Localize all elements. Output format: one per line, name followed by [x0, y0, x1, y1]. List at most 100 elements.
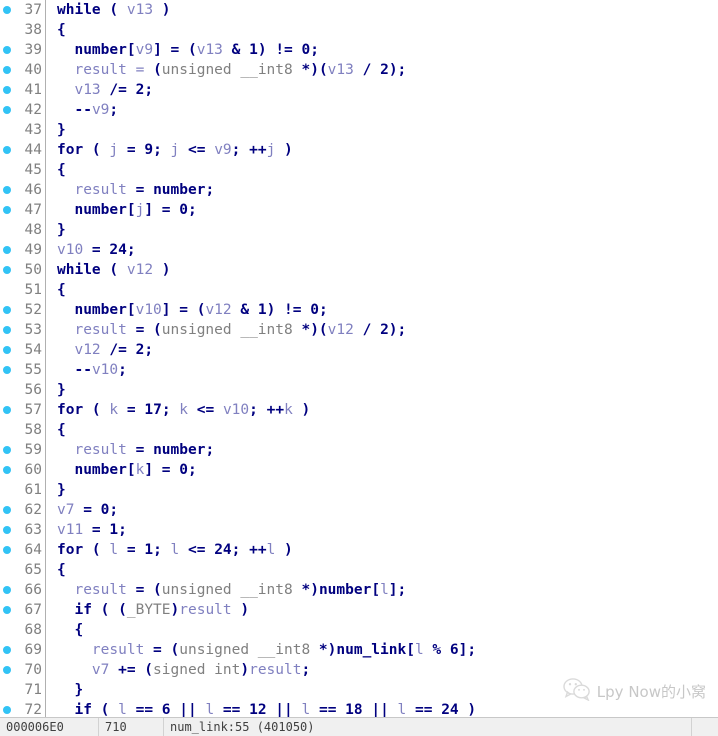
code-line[interactable]: 45 {: [0, 160, 718, 180]
code-line-text[interactable]: if ( (_BYTE)result ): [55, 600, 718, 620]
addressable-line-dot-icon[interactable]: [3, 346, 11, 354]
code-line[interactable]: 37 while ( v13 ): [0, 0, 718, 20]
breakpoint-gutter[interactable]: [0, 360, 16, 380]
breakpoint-gutter[interactable]: [0, 580, 16, 600]
code-line-text[interactable]: number[k] = 0;: [55, 460, 718, 480]
addressable-line-dot-icon[interactable]: [3, 506, 11, 514]
breakpoint-gutter[interactable]: [0, 140, 16, 160]
breakpoint-gutter[interactable]: [0, 200, 16, 220]
code-line[interactable]: 41 v13 /= 2;: [0, 80, 718, 100]
code-line-text[interactable]: while ( v12 ): [55, 260, 718, 280]
code-line-text[interactable]: for ( l = 1; l <= 24; ++l ): [55, 540, 718, 560]
code-line-text[interactable]: number[v9] = (v13 & 1) != 0;: [55, 40, 718, 60]
code-line-text[interactable]: v7 = 0;: [55, 500, 718, 520]
addressable-line-dot-icon[interactable]: [3, 266, 11, 274]
breakpoint-gutter[interactable]: [0, 160, 16, 180]
breakpoint-gutter[interactable]: [0, 340, 16, 360]
code-line[interactable]: 49 v10 = 24;: [0, 240, 718, 260]
code-line[interactable]: 47 number[j] = 0;: [0, 200, 718, 220]
code-line[interactable]: 50 while ( v12 ): [0, 260, 718, 280]
code-line[interactable]: 57 for ( k = 17; k <= v10; ++k ): [0, 400, 718, 420]
pseudocode-code-area[interactable]: 37 while ( v13 ) 38{39 number[v9] = (v13 &…: [0, 0, 718, 717]
addressable-line-dot-icon[interactable]: [3, 206, 11, 214]
code-line[interactable]: 66 result = (unsigned __int8 *)number[l]…: [0, 580, 718, 600]
code-line[interactable]: 59 result = number;: [0, 440, 718, 460]
breakpoint-gutter[interactable]: [0, 460, 16, 480]
addressable-line-dot-icon[interactable]: [3, 446, 11, 454]
code-line[interactable]: 71 }: [0, 680, 718, 700]
code-line[interactable]: 65 {: [0, 560, 718, 580]
code-line[interactable]: 38 {: [0, 20, 718, 40]
code-line-text[interactable]: v13 /= 2;: [55, 80, 718, 100]
code-line-text[interactable]: {: [55, 560, 718, 580]
code-line-text[interactable]: for ( j = 9; j <= v9; ++j ): [55, 140, 718, 160]
breakpoint-gutter[interactable]: [0, 520, 16, 540]
code-line-text[interactable]: result = number;: [55, 440, 718, 460]
code-line[interactable]: 55 --v10;: [0, 360, 718, 380]
code-line[interactable]: 58 {: [0, 420, 718, 440]
breakpoint-gutter[interactable]: [0, 660, 16, 680]
breakpoint-gutter[interactable]: [0, 480, 16, 500]
breakpoint-gutter[interactable]: [0, 0, 16, 20]
breakpoint-gutter[interactable]: [0, 500, 16, 520]
breakpoint-gutter[interactable]: [0, 280, 16, 300]
breakpoint-gutter[interactable]: [0, 540, 16, 560]
code-line[interactable]: 43}: [0, 120, 718, 140]
addressable-line-dot-icon[interactable]: [3, 706, 11, 714]
code-line-text[interactable]: }: [55, 480, 718, 500]
code-line[interactable]: 62 v7 = 0;: [0, 500, 718, 520]
breakpoint-gutter[interactable]: [0, 180, 16, 200]
code-line[interactable]: 64 for ( l = 1; l <= 24; ++l ): [0, 540, 718, 560]
breakpoint-gutter[interactable]: [0, 400, 16, 420]
addressable-line-dot-icon[interactable]: [3, 646, 11, 654]
breakpoint-gutter[interactable]: [0, 80, 16, 100]
code-line-text[interactable]: result = number;: [55, 180, 718, 200]
code-line[interactable]: 60 number[k] = 0;: [0, 460, 718, 480]
breakpoint-gutter[interactable]: [0, 240, 16, 260]
breakpoint-gutter[interactable]: [0, 40, 16, 60]
code-line[interactable]: 61}: [0, 480, 718, 500]
breakpoint-gutter[interactable]: [0, 100, 16, 120]
code-line-text[interactable]: }: [55, 220, 718, 240]
addressable-line-dot-icon[interactable]: [3, 466, 11, 474]
breakpoint-gutter[interactable]: [0, 120, 16, 140]
code-line[interactable]: 52 number[v10] = (v12 & 1) != 0;: [0, 300, 718, 320]
code-line-text[interactable]: result = (unsigned __int8 *)(v13 / 2);: [55, 60, 718, 80]
code-line[interactable]: 39 number[v9] = (v13 & 1) != 0;: [0, 40, 718, 60]
addressable-line-dot-icon[interactable]: [3, 66, 11, 74]
code-line[interactable]: 68 {: [0, 620, 718, 640]
addressable-line-dot-icon[interactable]: [3, 6, 11, 14]
breakpoint-gutter[interactable]: [0, 620, 16, 640]
addressable-line-dot-icon[interactable]: [3, 86, 11, 94]
code-line-text[interactable]: {: [55, 20, 718, 40]
addressable-line-dot-icon[interactable]: [3, 366, 11, 374]
code-line-text[interactable]: number[j] = 0;: [55, 200, 718, 220]
code-line[interactable]: 42 --v9;: [0, 100, 718, 120]
code-line-text[interactable]: v11 = 1;: [55, 520, 718, 540]
addressable-line-dot-icon[interactable]: [3, 146, 11, 154]
addressable-line-dot-icon[interactable]: [3, 606, 11, 614]
breakpoint-gutter[interactable]: [0, 300, 16, 320]
addressable-line-dot-icon[interactable]: [3, 246, 11, 254]
code-line-text[interactable]: number[v10] = (v12 & 1) != 0;: [55, 300, 718, 320]
code-line[interactable]: 54 v12 /= 2;: [0, 340, 718, 360]
code-line-text[interactable]: result = (unsigned __int8 *)number[l];: [55, 580, 718, 600]
code-line-text[interactable]: v10 = 24;: [55, 240, 718, 260]
addressable-line-dot-icon[interactable]: [3, 326, 11, 334]
code-line[interactable]: 72 if ( l == 6 || l == 12 || l == 18 || …: [0, 700, 718, 717]
code-line[interactable]: 48}: [0, 220, 718, 240]
code-line[interactable]: 67 if ( (_BYTE)result ): [0, 600, 718, 620]
code-line-text[interactable]: for ( k = 17; k <= v10; ++k ): [55, 400, 718, 420]
breakpoint-gutter[interactable]: [0, 640, 16, 660]
addressable-line-dot-icon[interactable]: [3, 666, 11, 674]
addressable-line-dot-icon[interactable]: [3, 406, 11, 414]
breakpoint-gutter[interactable]: [0, 600, 16, 620]
addressable-line-dot-icon[interactable]: [3, 106, 11, 114]
addressable-line-dot-icon[interactable]: [3, 306, 11, 314]
code-line-text[interactable]: v12 /= 2;: [55, 340, 718, 360]
breakpoint-gutter[interactable]: [0, 220, 16, 240]
code-line-text[interactable]: }: [55, 380, 718, 400]
breakpoint-gutter[interactable]: [0, 60, 16, 80]
breakpoint-gutter[interactable]: [0, 260, 16, 280]
code-line[interactable]: 69 result = (unsigned __int8 *)num_link[…: [0, 640, 718, 660]
